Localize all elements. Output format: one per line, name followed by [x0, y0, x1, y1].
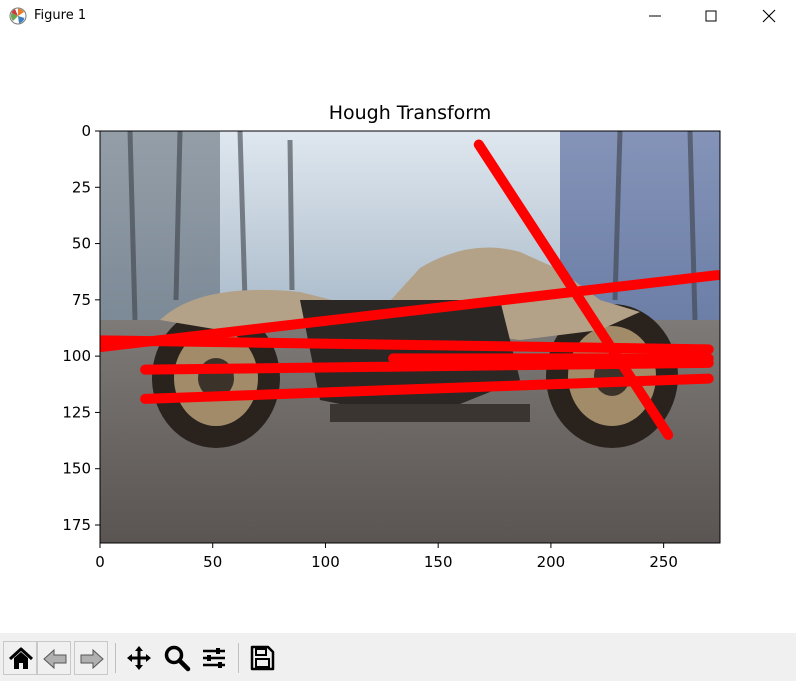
chart-title: Hough Transform: [329, 102, 492, 124]
forward-icon: [80, 648, 104, 670]
x-tick-label: 100: [311, 553, 340, 571]
x-tick-label: 200: [537, 553, 566, 571]
close-icon: [762, 9, 776, 23]
zoom-button[interactable]: [160, 641, 194, 675]
y-tick-label: 75: [72, 291, 91, 309]
back-button[interactable]: [37, 641, 71, 675]
configure-subplots-icon: [203, 648, 225, 668]
x-tick-label: 50: [203, 553, 222, 571]
maximize-icon: [705, 10, 717, 22]
matplotlib-app-icon: [9, 7, 27, 25]
y-tick-label: 150: [62, 460, 91, 478]
toolbar-separator: [115, 643, 116, 673]
x-tick-label: 150: [424, 553, 453, 571]
pan-button[interactable]: [122, 641, 156, 675]
y-tick-label: 125: [62, 403, 91, 421]
home-button[interactable]: [3, 641, 37, 675]
minimize-button[interactable]: [626, 0, 684, 32]
y-tick-label: 0: [81, 122, 91, 140]
back-icon: [43, 648, 67, 670]
hough-chart: Hough Transform 0 50 100 150 200 250 025…: [62, 102, 721, 571]
save-button[interactable]: [245, 641, 279, 675]
y-tick-label: 175: [62, 516, 91, 534]
toolbar-separator: [238, 643, 239, 673]
close-button[interactable]: [740, 0, 796, 32]
configure-subplots-button[interactable]: [197, 641, 231, 675]
x-axis: 0 50 100 150 200 250: [95, 543, 678, 571]
navigation-toolbar: [0, 633, 796, 681]
y-tick-label: 25: [72, 178, 91, 196]
zoom-icon: [164, 645, 191, 672]
window-titlebar: Figure 1: [0, 0, 796, 32]
figure-canvas[interactable]: Hough Transform 0 50 100 150 200 250 0 2…: [0, 32, 796, 632]
y-tick-label: 50: [72, 235, 91, 253]
pan-icon: [127, 646, 151, 670]
hough-line-3: [140, 357, 714, 375]
home-icon: [8, 647, 34, 669]
x-tick-label: 0: [95, 553, 105, 571]
maximize-button[interactable]: [682, 0, 740, 32]
save-icon: [250, 645, 275, 671]
x-tick-label: 250: [649, 553, 678, 571]
y-axis: 0 25 50 75 100 125 150 175: [62, 122, 100, 534]
y-tick-label: 100: [62, 347, 91, 365]
forward-button[interactable]: [74, 641, 108, 675]
minimize-icon: [649, 15, 661, 17]
window-title: Figure 1: [34, 8, 87, 23]
